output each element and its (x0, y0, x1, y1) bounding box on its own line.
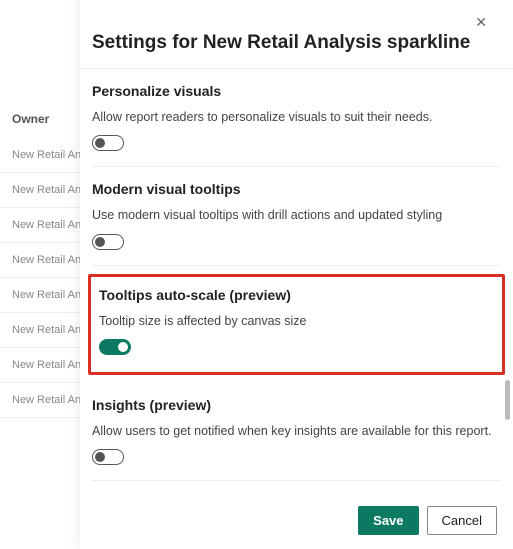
highlighted-section: Tooltips auto-scale (preview) Tooltip si… (88, 274, 505, 375)
list-item: New Retail Ana (0, 173, 80, 208)
section-desc: Allow report readers to personalize visu… (92, 109, 501, 125)
settings-panel: Settings for New Retail Analysis sparkli… (80, 0, 513, 549)
toggle-insights[interactable] (92, 449, 124, 465)
section-personalize-visuals: Personalize visuals Allow report readers… (92, 69, 501, 167)
panel-footer: Save Cancel (80, 496, 513, 549)
section-title: Tooltips auto-scale (preview) (99, 287, 494, 303)
panel-header: Settings for New Retail Analysis sparkli… (80, 0, 513, 69)
close-icon[interactable]: ✕ (471, 14, 491, 31)
cancel-button[interactable]: Cancel (427, 506, 497, 535)
section-desc: Use modern visual tooltips with drill ac… (92, 207, 501, 223)
list-item: New Retail Ana (0, 278, 80, 313)
list-item: New Retail Ana (0, 138, 80, 173)
section-desc: Tooltip size is affected by canvas size (99, 313, 494, 329)
section-title: Insights (preview) (92, 397, 501, 413)
section-title: Personalize visuals (92, 83, 501, 99)
section-desc: Allow users to get notified when key ins… (92, 423, 501, 439)
background-list: New Retail Ana New Retail Ana New Retail… (0, 0, 80, 418)
section-default-summarizations: Default summarizations For aggregated fi… (92, 481, 501, 496)
list-item: New Retail Ana (0, 348, 80, 383)
section-modern-tooltips: Modern visual tooltips Use modern visual… (92, 167, 501, 265)
panel-body: Personalize visuals Allow report readers… (80, 69, 513, 496)
toggle-personalize-visuals[interactable] (92, 135, 124, 151)
section-insights: Insights (preview) Allow users to get no… (92, 383, 501, 481)
section-title: Default summarizations (92, 495, 501, 496)
save-button[interactable]: Save (358, 506, 418, 535)
list-item: New Retail Ana (0, 383, 80, 418)
list-item: New Retail Ana (0, 208, 80, 243)
panel-title: Settings for New Retail Analysis sparkli… (92, 32, 470, 54)
scrollbar-thumb[interactable] (505, 380, 510, 420)
toggle-modern-tooltips[interactable] (92, 234, 124, 250)
list-item: New Retail Ana (0, 313, 80, 348)
toggle-tooltips-autoscale[interactable] (99, 339, 131, 355)
section-title: Modern visual tooltips (92, 181, 501, 197)
list-item: New Retail Ana (0, 243, 80, 278)
